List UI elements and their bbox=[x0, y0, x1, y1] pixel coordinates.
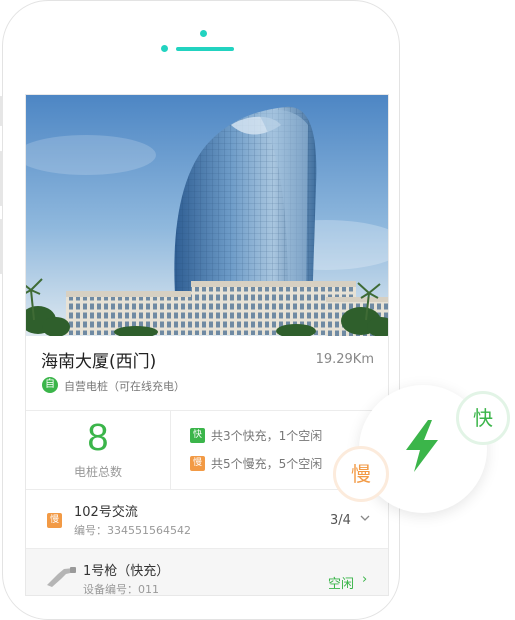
station-name: 海南大厦(西门) bbox=[41, 352, 157, 372]
station-info[interactable]: 海南大厦(西门) 19.29Km 自 自营电桩（可在线充电） bbox=[26, 336, 388, 411]
charger-id: 编号：334551564542 bbox=[74, 524, 191, 537]
gun-status: 空闲 bbox=[328, 577, 355, 592]
camera-dot bbox=[200, 30, 207, 37]
fast-charge-tag: 快 bbox=[190, 428, 205, 443]
fast-charge-summary: 共3个快充，1个空闲 bbox=[211, 429, 323, 443]
charging-gun-icon bbox=[47, 567, 76, 587]
slow-charge-button[interactable]: 慢 bbox=[333, 446, 389, 502]
self-operated-badge: 自 bbox=[42, 377, 58, 393]
gun-row[interactable]: 1号枪（快充） 设备编号：011 空闲 › bbox=[26, 549, 388, 596]
station-card: 海南大厦(西门) 19.29Km 自 自营电桩（可在线充电） 8 电桩总数 快 … bbox=[25, 94, 389, 596]
charger-name: 102号交流 bbox=[74, 505, 138, 520]
gun-device-id: 设备编号：011 bbox=[83, 583, 159, 596]
gun-name: 1号枪（快充） bbox=[83, 564, 170, 579]
charger-row[interactable]: 慢 102号交流 编号：334551564542 3/4 bbox=[26, 490, 388, 549]
phone-volume-up bbox=[0, 151, 3, 206]
charger-available-count: 3/4 bbox=[330, 513, 351, 528]
speaker-bar bbox=[176, 47, 234, 51]
total-chargers-count: 8 bbox=[87, 417, 109, 459]
slow-charge-summary: 共5个慢充，5个空闲 bbox=[211, 457, 323, 471]
lightning-bolt-icon bbox=[406, 420, 438, 472]
sensor-dot bbox=[161, 45, 168, 52]
self-operated-text: 自营电桩（可在线充电） bbox=[64, 380, 185, 393]
slow-charge-tag: 慢 bbox=[190, 456, 205, 471]
phone-volume-down bbox=[0, 219, 3, 274]
fast-charge-button[interactable]: 快 bbox=[456, 391, 510, 445]
station-distance: 19.29Km bbox=[315, 352, 374, 367]
chevron-down-icon[interactable] bbox=[359, 512, 371, 524]
total-chargers-label: 电桩总数 bbox=[73, 465, 122, 479]
charger-type-tag: 慢 bbox=[47, 513, 62, 528]
chevron-right-icon[interactable]: › bbox=[362, 572, 367, 587]
phone-side-button bbox=[0, 96, 3, 126]
station-photo bbox=[26, 95, 388, 336]
stats-divider bbox=[170, 411, 171, 489]
